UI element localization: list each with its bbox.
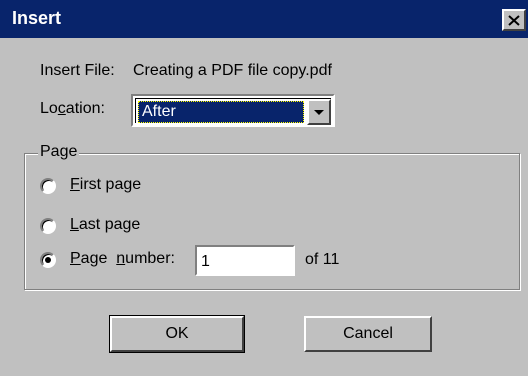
- close-icon: [508, 14, 520, 26]
- page-number-radio[interactable]: [40, 252, 56, 268]
- last-page-label[interactable]: Last page: [70, 216, 140, 234]
- ok-button[interactable]: OK: [109, 315, 245, 353]
- location-select[interactable]: After: [131, 94, 335, 127]
- chevron-down-icon: [314, 109, 324, 115]
- insert-file-label: Insert File:: [40, 62, 115, 79]
- title-bar: Insert: [0, 0, 528, 38]
- last-page-radio[interactable]: [40, 218, 56, 234]
- page-number-input[interactable]: [195, 245, 295, 276]
- location-selected-value[interactable]: After: [138, 101, 304, 123]
- location-label: Location:: [40, 100, 105, 117]
- insert-file-value: Creating a PDF file copy.pdf: [133, 62, 332, 79]
- location-dropdown-button[interactable]: [307, 99, 331, 125]
- close-button[interactable]: [502, 9, 526, 31]
- first-page-label[interactable]: First page: [70, 176, 141, 194]
- location-select-inner: After: [135, 98, 331, 125]
- radio-selected-dot: [45, 257, 51, 263]
- first-page-radio[interactable]: [40, 178, 56, 194]
- cancel-button[interactable]: Cancel: [304, 316, 432, 352]
- page-group-title: Page: [38, 143, 80, 161]
- page-number-label[interactable]: Page number:: [70, 250, 175, 268]
- page-count-label: of 11: [305, 251, 340, 268]
- window-title: Insert: [12, 8, 62, 28]
